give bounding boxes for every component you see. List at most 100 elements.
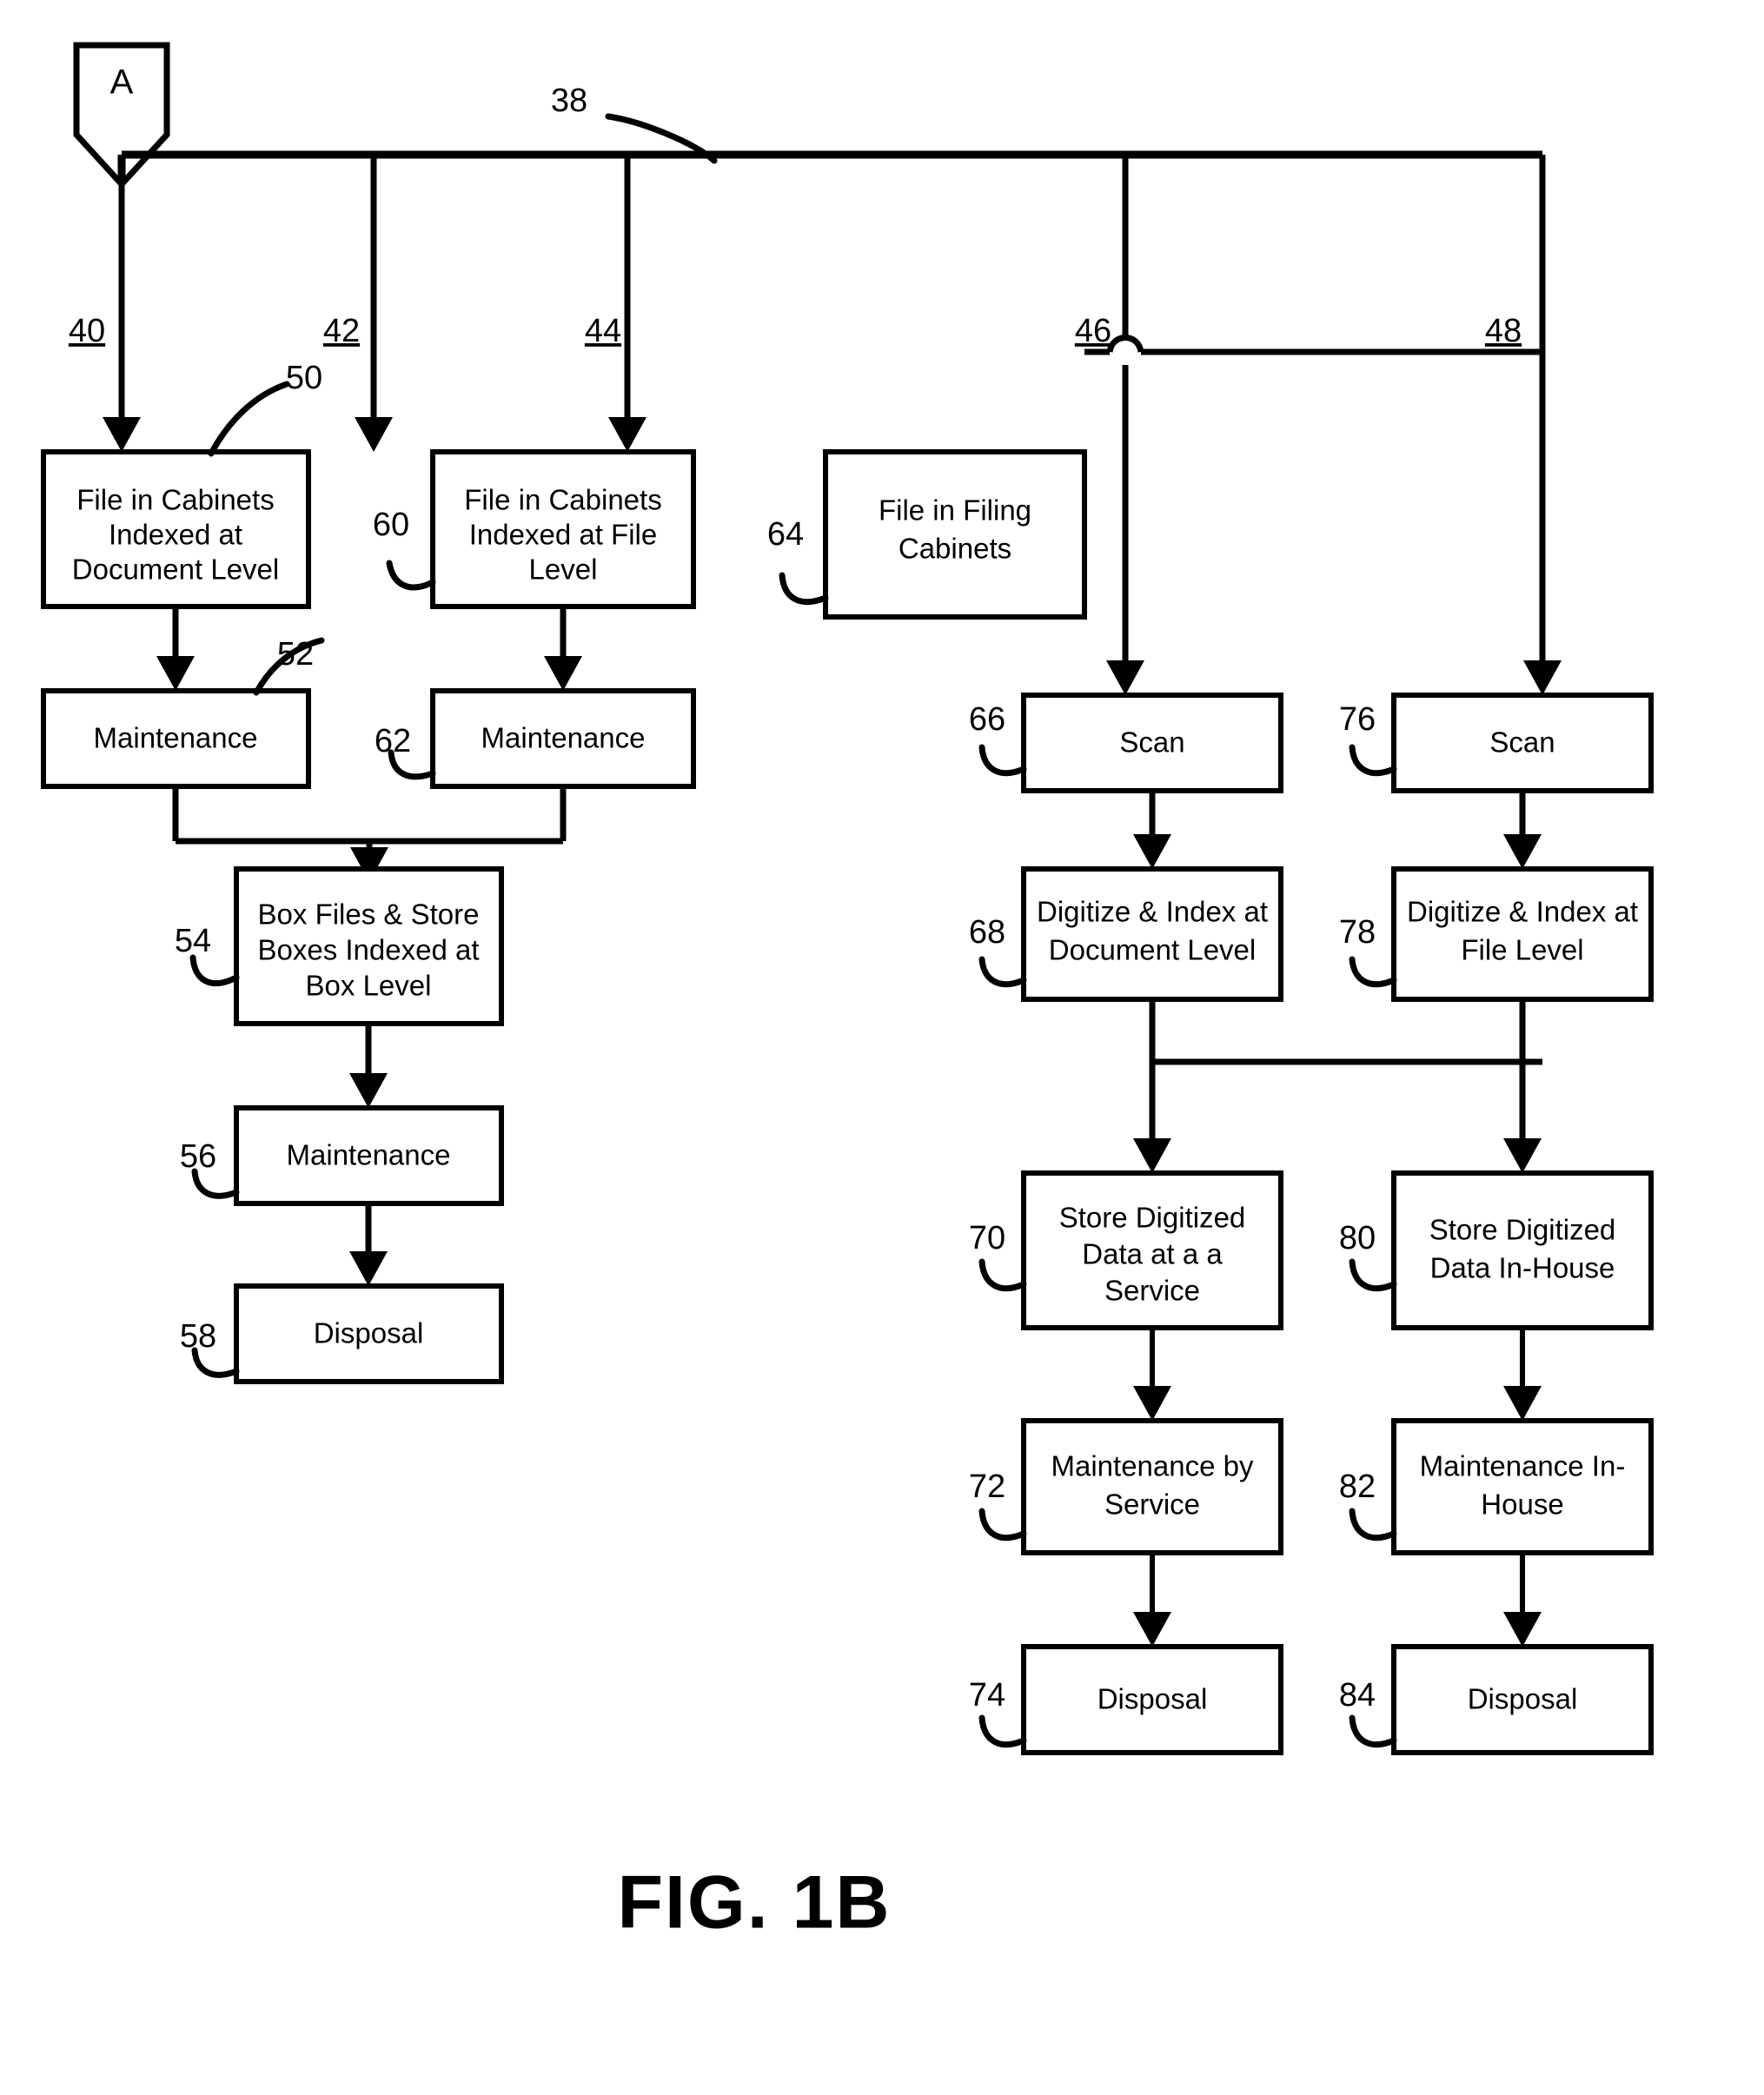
node-68-line-1: Document Level — [1049, 934, 1256, 966]
node-66-line-0: Scan — [1119, 726, 1184, 759]
leader-68 — [978, 956, 1027, 988]
ref-44: 44 — [585, 313, 621, 349]
node-82-line-0: Maintenance In- — [1420, 1450, 1626, 1482]
leader-70 — [978, 1258, 1027, 1292]
node-58-line-0: Disposal — [314, 1317, 424, 1349]
leader-78 — [1349, 956, 1397, 988]
arrowhead-72-74 — [1133, 1612, 1171, 1647]
node-54-line-2: Box Level — [306, 970, 432, 1002]
ref-52: 52 — [277, 636, 314, 673]
node-50-line-0: File in Cabinets — [76, 484, 274, 516]
node-80-line-0: Store Digitized — [1429, 1214, 1616, 1246]
arrowhead-82-84 — [1503, 1612, 1542, 1647]
arrowhead-40 — [103, 417, 141, 452]
node-82: Maintenance In- House — [1391, 1418, 1654, 1555]
arrowhead-78-80 — [1503, 1138, 1542, 1173]
node-78-line-1: File Level — [1461, 934, 1583, 966]
arrowhead-80-82 — [1503, 1386, 1542, 1421]
node-84-line-0: Disposal — [1468, 1683, 1578, 1715]
ref-78: 78 — [1339, 914, 1376, 951]
node-70-line-0: Store Digitized — [1059, 1202, 1246, 1234]
node-58: Disposal — [234, 1283, 504, 1384]
ref-74: 74 — [969, 1677, 1005, 1714]
ref-50: 50 — [286, 360, 322, 396]
node-82-line-1: House — [1481, 1488, 1563, 1521]
arrowhead-50-52 — [156, 656, 195, 691]
edge-64-to-48 — [1084, 335, 1542, 355]
arrowhead-60-62 — [544, 656, 582, 691]
ref-38: 38 — [551, 83, 587, 119]
node-78-line-0: Digitize & Index at — [1407, 896, 1638, 928]
node-68-line-0: Digitize & Index at — [1037, 896, 1268, 928]
node-72-line-0: Maintenance by — [1051, 1450, 1254, 1482]
node-76-line-0: Scan — [1489, 726, 1555, 759]
ref-82: 82 — [1339, 1468, 1376, 1505]
ref-84: 84 — [1339, 1677, 1376, 1714]
node-70-line-2: Service — [1104, 1275, 1200, 1307]
ref-60: 60 — [373, 507, 409, 543]
arrowhead-70-72 — [1133, 1386, 1171, 1421]
connector-a-label: A — [110, 63, 134, 102]
leader-80 — [1349, 1258, 1397, 1292]
node-70: Store Digitized Data at a a Service — [1021, 1170, 1283, 1330]
node-76: Scan — [1391, 693, 1654, 793]
leader-66 — [978, 744, 1027, 777]
node-56-line-0: Maintenance — [287, 1139, 451, 1171]
node-56: Maintenance — [234, 1105, 504, 1206]
node-66: Scan — [1021, 693, 1283, 793]
leader-54 — [189, 954, 240, 987]
node-70-line-1: Data at a a — [1082, 1238, 1223, 1270]
ref-72: 72 — [969, 1468, 1005, 1505]
leader-64 — [779, 572, 829, 606]
ref-42: 42 — [323, 313, 360, 349]
ref-76: 76 — [1339, 701, 1376, 738]
ref-64: 64 — [767, 516, 804, 553]
node-72: Maintenance by Service — [1021, 1418, 1283, 1555]
leader-50 — [208, 381, 290, 457]
arrowhead-44 — [608, 417, 647, 452]
ref-56: 56 — [180, 1138, 216, 1175]
node-60: File in Cabinets Indexed at File Level — [430, 449, 696, 609]
ref-68: 68 — [969, 914, 1005, 951]
node-52-line-0: Maintenance — [94, 722, 258, 754]
arrowhead-46 — [1106, 660, 1144, 695]
ref-66: 66 — [969, 701, 1005, 738]
ref-70: 70 — [969, 1220, 1005, 1256]
arrowhead-54-56 — [349, 1073, 388, 1108]
flowchart-diagram: A 38 40 42 44 46 48 File in Cabinets Ind… — [41, 42, 1654, 1945]
arrowhead-48 — [1523, 660, 1562, 695]
node-74-line-0: Disposal — [1098, 1683, 1208, 1715]
arrowhead-66-68 — [1133, 834, 1171, 869]
node-74: Disposal — [1021, 1644, 1283, 1755]
arrowhead-68-70 — [1133, 1138, 1171, 1173]
node-62-line-0: Maintenance — [481, 722, 646, 754]
node-60-line-0: File in Cabinets — [464, 484, 661, 516]
node-54-line-0: Box Files & Store — [258, 898, 480, 931]
arrowhead-56-58 — [349, 1251, 388, 1286]
node-78: Digitize & Index at File Level — [1391, 866, 1654, 1002]
leader-84 — [1349, 1714, 1397, 1748]
ref-80: 80 — [1339, 1220, 1376, 1256]
node-50-line-1: Indexed at — [109, 519, 242, 551]
node-54: Box Files & Store Boxes Indexed at Box L… — [234, 866, 504, 1026]
figure-page: A 38 40 42 44 46 48 File in Cabinets Ind… — [0, 0, 1764, 2095]
ref-46: 46 — [1075, 313, 1111, 349]
leader-72 — [978, 1508, 1027, 1541]
ref-58: 58 — [180, 1318, 216, 1355]
ref-62: 62 — [375, 723, 411, 759]
ref-54: 54 — [175, 923, 211, 959]
node-64-line-0: File in Filing — [879, 494, 1031, 527]
ref-48: 48 — [1485, 313, 1522, 349]
node-62: Maintenance — [430, 688, 696, 789]
node-52: Maintenance — [41, 688, 311, 789]
figure-caption: FIG. 1B — [617, 1861, 891, 1945]
node-64: File in Filing Cabinets — [823, 449, 1087, 620]
node-50-line-2: Document Level — [72, 554, 279, 586]
ref-40: 40 — [69, 313, 105, 349]
main-bus — [117, 113, 1542, 184]
leader-74 — [978, 1714, 1027, 1748]
node-80: Store Digitized Data In-House — [1391, 1170, 1654, 1330]
node-84: Disposal — [1391, 1644, 1654, 1755]
node-60-line-2: Level — [529, 554, 598, 586]
node-54-line-1: Boxes Indexed at — [257, 934, 479, 966]
